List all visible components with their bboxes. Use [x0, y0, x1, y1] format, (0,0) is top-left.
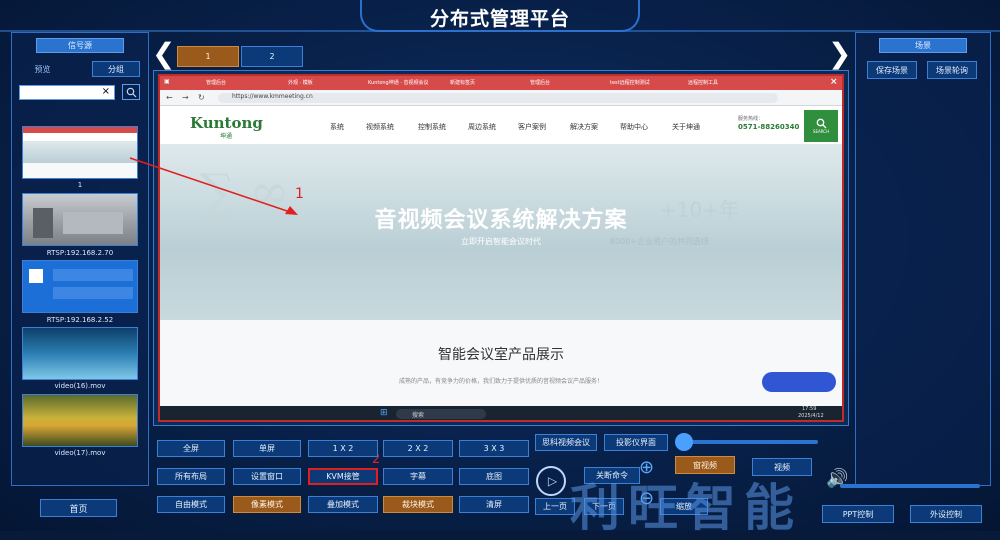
projector-button[interactable]: 投影仪界面 — [604, 434, 668, 451]
free-mode-button[interactable]: 自由模式 — [157, 496, 225, 513]
prev-page-button[interactable]: 上一页 — [535, 498, 575, 515]
cisco-meeting-button[interactable]: 思科视频会议 — [535, 434, 597, 451]
layout-2x2-button[interactable]: 2 X 2 — [383, 440, 453, 457]
pixel-mode-button[interactable]: 像素模式 — [233, 496, 301, 513]
set-window-button[interactable]: 设置窗口 — [233, 468, 301, 485]
layout-1x2-button[interactable]: 1 X 2 — [308, 440, 378, 457]
single-screen-button[interactable]: 单屏 — [233, 440, 301, 457]
volume-slider-handle[interactable] — [675, 433, 693, 451]
ppt-control-button[interactable]: PPT控制 — [822, 505, 894, 523]
volume-slider[interactable] — [678, 440, 818, 444]
layout-3x3-button[interactable]: 3 X 3 — [459, 440, 529, 457]
play-icon: ▷ — [547, 474, 558, 488]
watermark-logo: 利旺智能 — [570, 479, 802, 537]
fullscreen-button[interactable]: 全屏 — [157, 440, 225, 457]
subtitle-button[interactable]: 字幕 — [383, 468, 453, 485]
overlay-mode-button[interactable]: 叠加模式 — [308, 496, 378, 513]
kvm-takeover-button[interactable]: KVM接管 — [308, 468, 378, 485]
peripheral-control-button[interactable]: 外设控制 — [910, 505, 982, 523]
clear-screen-button[interactable]: 清屏 — [459, 496, 529, 513]
crop-mode-button[interactable]: 裁块模式 — [383, 496, 453, 513]
base-image-button[interactable]: 底图 — [459, 468, 529, 485]
all-layouts-button[interactable]: 所有布局 — [157, 468, 225, 485]
app-root: 分布式管理平台 信号源 预览 分组 × 1 RTSP:192.168.2.70 — [0, 0, 1000, 537]
speaker-slider[interactable] — [840, 484, 980, 488]
play-button[interactable]: ▷ — [536, 466, 566, 496]
annotation-number-1: 1 — [295, 186, 304, 202]
